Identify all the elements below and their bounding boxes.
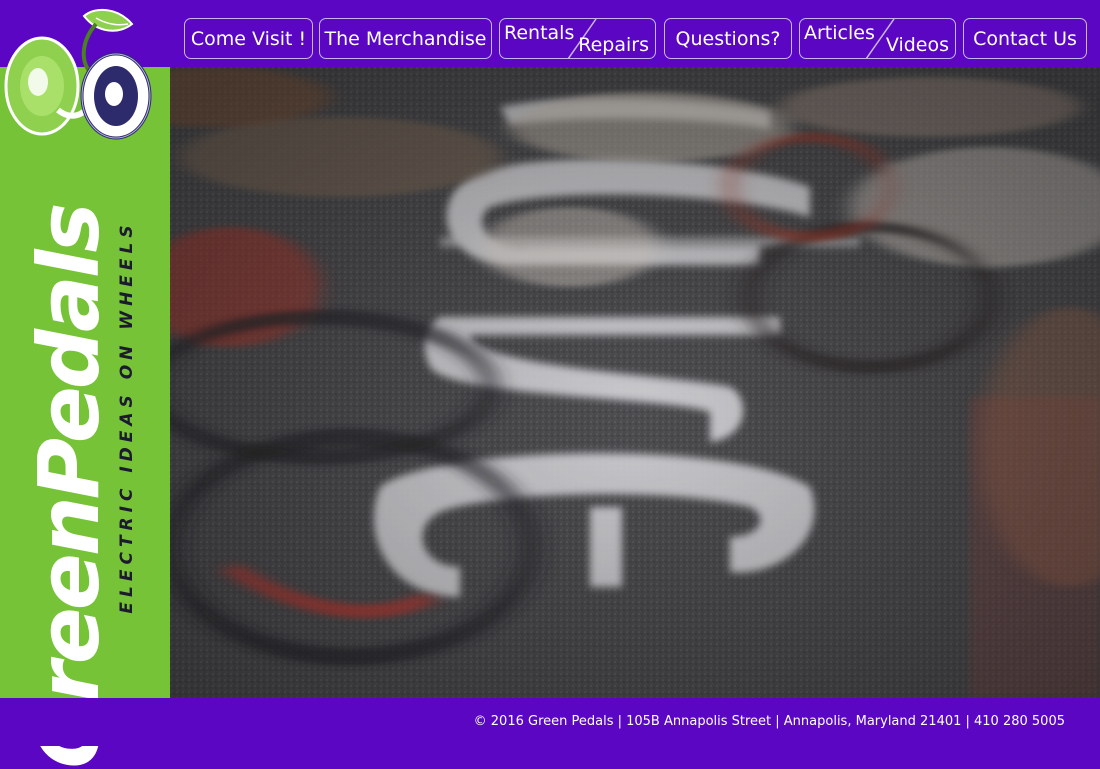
hero-photo [170,67,1100,698]
hero-bike-race-image [170,67,1100,698]
nav-contact-us-button[interactable]: Contact Us [963,18,1087,59]
nav-come-visit-label: Come Visit ! [190,27,307,50]
nav-come-visit-button[interactable]: Come Visit ! [184,18,313,59]
nav-articles-label[interactable]: Articles [804,22,875,44]
nav-questions-button[interactable]: Questions? [664,18,792,59]
site-footer: © 2016 Green Pedals | 105B Annapolis Str… [0,698,1100,746]
nav-rentals-repairs-button[interactable]: Rentals Repairs [499,18,656,59]
footer-copyright: © 2016 Green Pedals | 105B Annapolis Str… [473,714,1065,729]
nav-merchandise-button[interactable]: The Merchandise [319,18,492,59]
nav-videos-label[interactable]: Videos [886,34,949,56]
nav-rentals-label[interactable]: Rentals [504,22,574,44]
nav-contact-us-label: Contact Us [973,27,1077,50]
nav-merchandise-label: The Merchandise [324,27,487,50]
nav-questions-label: Questions? [675,27,781,50]
brand-sidebar [0,67,170,698]
nav-articles-videos-button[interactable]: Articles Videos [799,18,956,59]
nav-repairs-label[interactable]: Repairs [578,34,649,56]
green-pedals-logo[interactable] [0,0,170,150]
